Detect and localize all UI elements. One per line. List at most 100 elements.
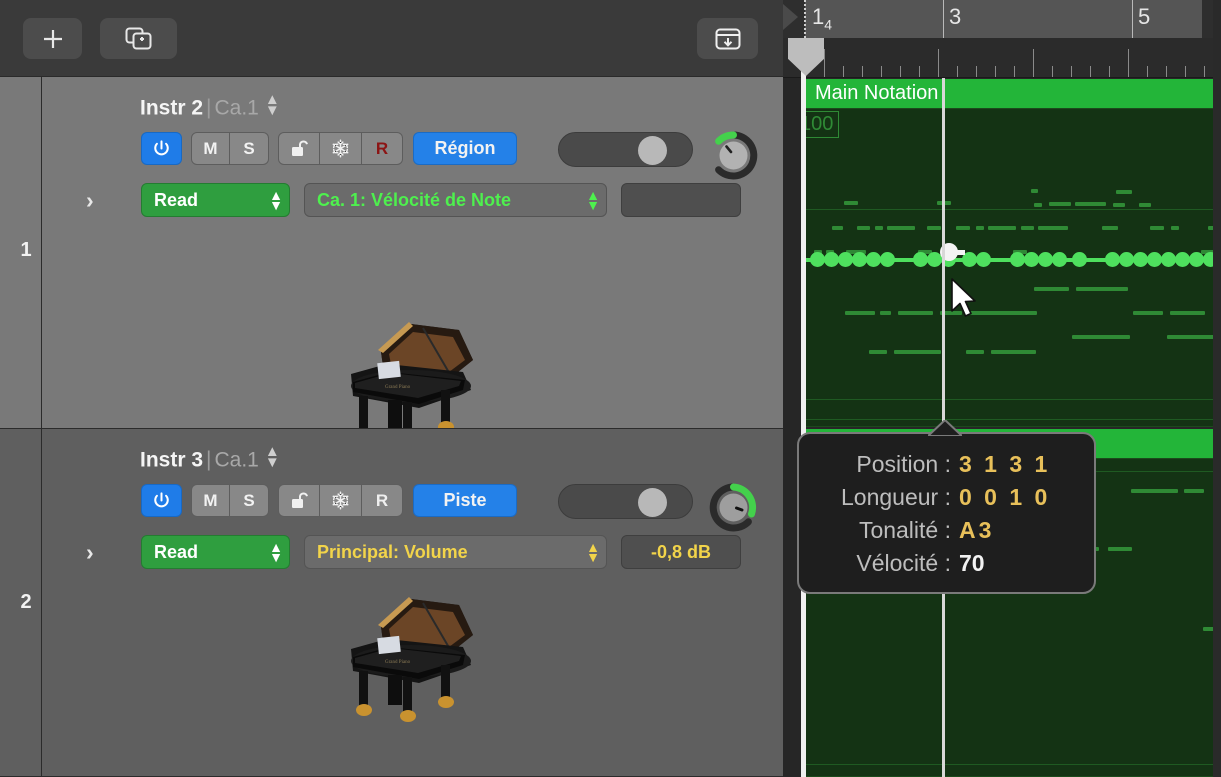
tooltip-value: 70 (959, 547, 1094, 580)
svg-text:Grand Piano: Grand Piano (385, 385, 411, 390)
pan-knob-2[interactable] (709, 483, 758, 532)
tooltip-row-position: Position : 3 1 3 1 (799, 448, 1094, 481)
track-number: 2 (13, 591, 39, 614)
mute-button[interactable]: M (191, 132, 230, 165)
velocity-node[interactable] (1119, 252, 1134, 267)
grand-piano-icon: Grand Piano (323, 595, 493, 725)
freeze-button[interactable] (320, 484, 362, 517)
ruler-label-main: 1 (812, 4, 824, 29)
automation-parameter-popup-2[interactable]: Principal: Volume ▲▼ (304, 535, 607, 569)
pan-dial-icon (709, 483, 758, 532)
automation-value-field-2[interactable]: -0,8 dB (621, 535, 741, 569)
track-enable-button[interactable] (141, 132, 182, 165)
track-row-2[interactable]: 2 Instr 3|Ca.1▲▼ M S (0, 429, 783, 777)
velocity-node[interactable] (1133, 252, 1148, 267)
velocity-node[interactable] (866, 252, 881, 267)
power-icon (152, 139, 171, 158)
velocity-node[interactable] (1024, 252, 1039, 267)
solo-button[interactable]: S (230, 484, 269, 517)
automation-lane-controls-1: Read ▲▼ Ca. 1: Vélocité de Note ▲▼ (141, 183, 741, 217)
record-enable-button[interactable]: R (362, 484, 403, 517)
velocity-node[interactable] (1072, 252, 1087, 267)
record-enable-button[interactable]: R (362, 132, 403, 165)
slider-handle[interactable] (638, 136, 667, 165)
velocity-node[interactable] (1189, 252, 1204, 267)
region-header-1[interactable]: Main Notation (805, 79, 1221, 108)
selected-node-tail (957, 250, 965, 255)
velocity-node[interactable] (1161, 252, 1176, 267)
playhead-line (801, 38, 806, 777)
ruler-collapse-arrow-icon[interactable] (783, 4, 798, 30)
note-info-tooltip: Position : 3 1 3 1 Longueur : 0 0 1 0 To… (797, 432, 1096, 594)
velocity-node[interactable] (1010, 252, 1025, 267)
bar-ruler[interactable]: 14 3 5 (783, 0, 1221, 38)
automation-scope-button[interactable]: Piste (413, 484, 517, 517)
track-channel: Ca.1 (215, 448, 259, 471)
title-separator: | (203, 96, 214, 119)
pan-knob-1[interactable] (709, 131, 758, 180)
velocity-node[interactable] (976, 252, 991, 267)
channel-stepper-icon[interactable]: ▲▼ (265, 446, 280, 469)
velocity-node[interactable] (1175, 252, 1190, 267)
automation-mode-popup-2[interactable]: Read ▲▼ (141, 535, 290, 569)
ruler-bar-line-5 (1132, 0, 1133, 38)
ruler-label-bar-3: 3 (949, 4, 961, 30)
track-row-1[interactable]: 1 Instr 2|Ca.1▲▼ M S (0, 77, 783, 429)
velocity-node[interactable] (1052, 252, 1067, 267)
velocity-node[interactable] (1105, 252, 1120, 267)
show-hide-panel-button[interactable] (697, 18, 758, 59)
tooltip-pointer (928, 420, 962, 436)
title-separator: | (203, 448, 214, 471)
automation-disclosure-1[interactable]: › (86, 187, 94, 214)
automation-disclosure-2[interactable]: › (86, 539, 94, 566)
ruler-left-dotted-line (804, 0, 806, 38)
lock-icon-button[interactable] (278, 132, 320, 165)
freeze-button[interactable] (320, 132, 362, 165)
velocity-node[interactable] (852, 252, 867, 267)
snowflake-icon (330, 490, 351, 511)
track-title-2[interactable]: Instr 3|Ca.1▲▼ (140, 445, 280, 472)
mute-button[interactable]: M (191, 484, 230, 517)
add-track-button[interactable] (23, 18, 82, 59)
velocity-node[interactable] (913, 252, 928, 267)
chevron-updown-icon: ▲▼ (267, 190, 289, 210)
ruler-label-bar-5: 5 (1138, 4, 1150, 30)
power-icon (152, 491, 171, 510)
tooltip-value: 3 1 3 1 (959, 448, 1094, 481)
tooltip-row-pitch: Tonalité : A3 (799, 514, 1094, 547)
chevron-updown-icon: ▲▼ (584, 542, 606, 562)
velocity-node[interactable] (1038, 252, 1053, 267)
velocity-node[interactable] (1147, 252, 1162, 267)
automation-scope-button[interactable]: Région (413, 132, 517, 165)
velocity-node[interactable] (838, 252, 853, 267)
velocity-node[interactable] (824, 252, 839, 267)
volume-slider-1[interactable] (558, 132, 693, 167)
velocity-node[interactable] (880, 252, 895, 267)
track-headers-pane: 1 Instr 2|Ca.1▲▼ M S (0, 0, 783, 777)
grand-piano-icon: Grand Piano (323, 320, 493, 429)
velocity-node[interactable] (810, 252, 825, 267)
channel-stepper-icon[interactable]: ▲▼ (265, 94, 280, 117)
right-scroll-strip[interactable] (1213, 0, 1221, 777)
unlocked-padlock-icon (289, 138, 309, 159)
track-enable-button[interactable] (141, 484, 182, 517)
volume-slider-2[interactable] (558, 484, 693, 519)
slider-handle[interactable] (638, 488, 667, 517)
region-body-1[interactable]: 100 (805, 108, 1221, 427)
automation-value-field-1[interactable] (621, 183, 741, 217)
arrange-area[interactable]: 14 3 5 4 (783, 0, 1221, 777)
track-title-1[interactable]: Instr 2|Ca.1▲▼ (140, 93, 280, 120)
panel-down-icon (714, 27, 742, 51)
automation-parameter-popup-1[interactable]: Ca. 1: Vélocité de Note ▲▼ (304, 183, 607, 217)
mouse-cursor (950, 278, 980, 320)
toolbar (0, 0, 783, 77)
tooltip-key: Tonalité : (799, 514, 959, 547)
automation-mode-label: Read (142, 542, 267, 563)
solo-button[interactable]: S (230, 132, 269, 165)
region-main-notation[interactable]: Main Notation 100 (805, 79, 1221, 427)
lock-icon-button[interactable] (278, 484, 320, 517)
duplicate-track-button[interactable] (100, 18, 177, 59)
automation-mode-popup-1[interactable]: Read ▲▼ (141, 183, 290, 217)
beat-ruler[interactable] (783, 38, 1221, 78)
automation-lane-controls-2: Read ▲▼ Principal: Volume ▲▼ -0,8 dB (141, 535, 741, 569)
